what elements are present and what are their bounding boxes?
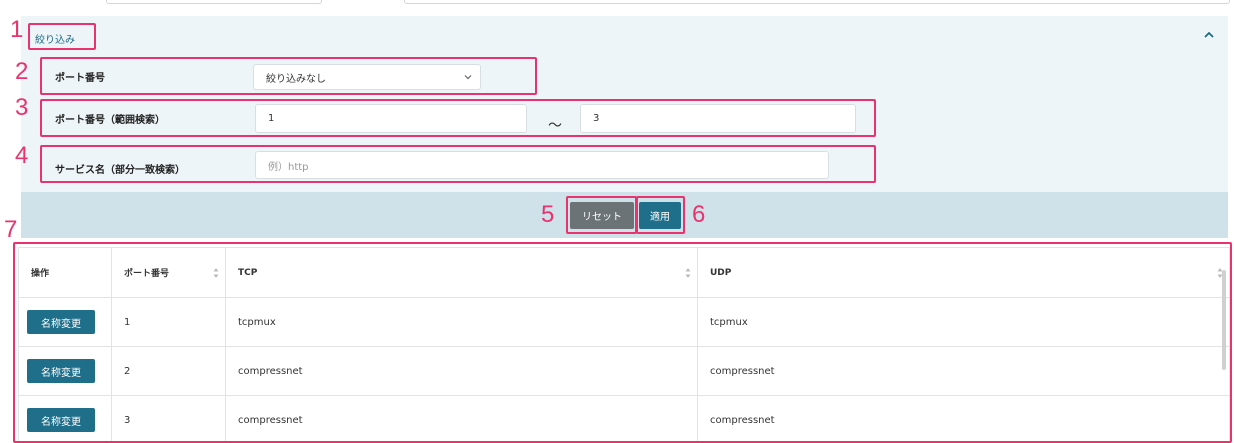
callout-box-6 <box>636 196 685 234</box>
callout-box-7 <box>13 242 1232 443</box>
callout-box-2 <box>40 57 537 95</box>
callout-box-5 <box>566 196 637 234</box>
callout-number-4: 4 <box>15 142 29 169</box>
callout-number-1: 1 <box>10 16 24 43</box>
callout-number-7: 7 <box>4 216 18 243</box>
callout-number-5: 5 <box>541 201 555 228</box>
callout-number-6: 6 <box>692 201 706 228</box>
callout-number-3: 3 <box>15 94 29 121</box>
callout-box-1 <box>28 23 96 50</box>
chevron-up-icon[interactable] <box>1202 28 1216 42</box>
top-input-right[interactable] <box>404 0 1230 4</box>
page: 絞り込み ポート番号 絞り込みなし ポート番号（範囲検索） 1 〜 3 サービス… <box>0 0 1234 443</box>
callout-box-3 <box>40 99 876 137</box>
callout-box-4 <box>40 145 876 183</box>
top-input-left[interactable] <box>106 0 322 4</box>
callout-number-2: 2 <box>15 58 29 85</box>
